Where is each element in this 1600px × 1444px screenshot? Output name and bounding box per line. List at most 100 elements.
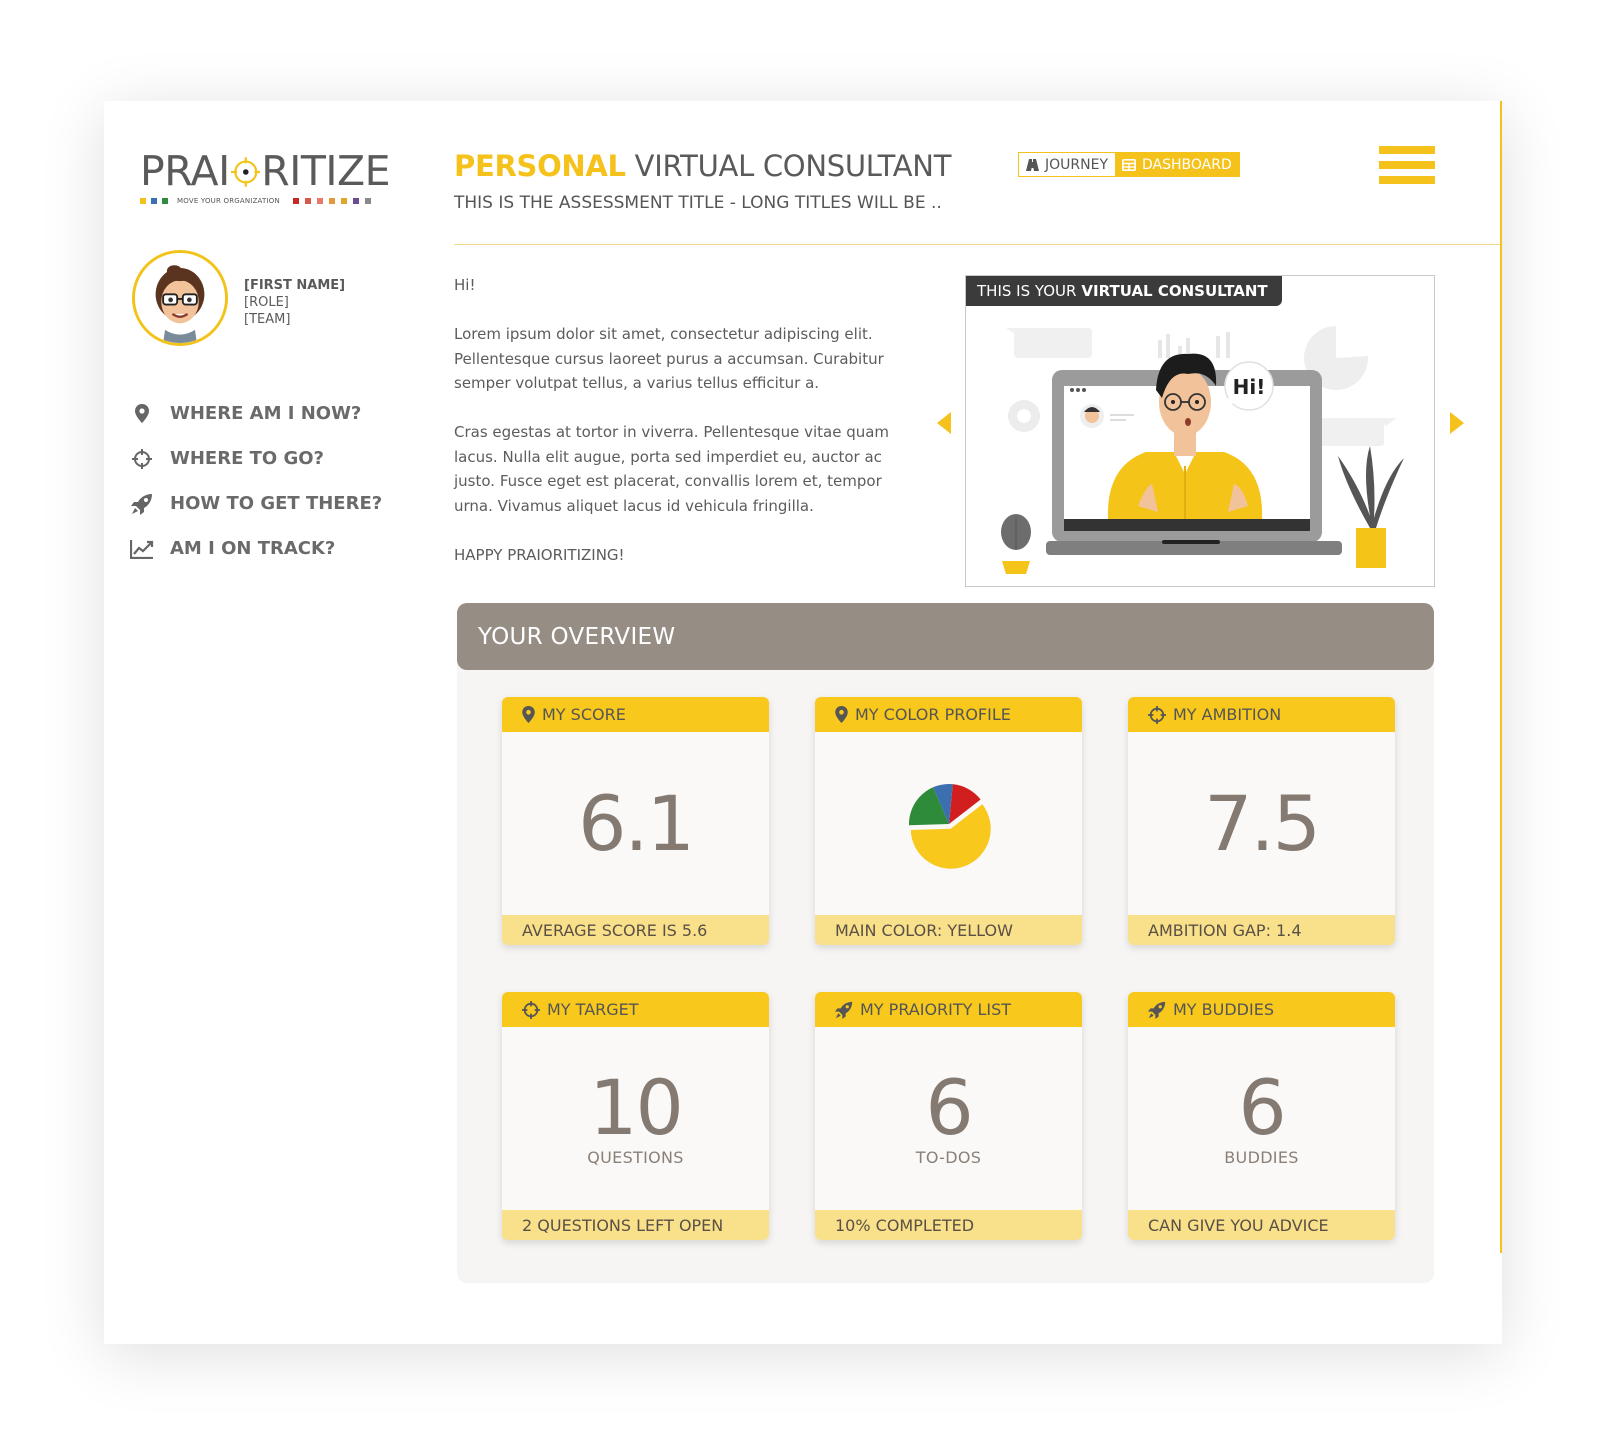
intro-text: Hi! Lorem ipsum dolor sit amet, consecte… <box>454 273 914 592</box>
tile-title: MY PRAIORITY LIST <box>860 1000 1012 1019</box>
nav-item-how-to-get-there[interactable]: HOW TO GET THERE? <box>130 481 382 526</box>
trend-chart-icon <box>130 537 154 561</box>
page-title-rest: VIRTUAL CONSULTANT <box>634 149 952 183</box>
tile-footer: 2 QUESTIONS LEFT OPEN <box>502 1210 769 1240</box>
rocket-icon <box>1148 1001 1166 1019</box>
logo-color-square <box>162 198 168 204</box>
carousel-prev-icon[interactable] <box>937 412 951 434</box>
tile-my-score[interactable]: MY SCORE 6.1 AVERAGE SCORE IS 5.6 <box>502 697 769 945</box>
nav-label: HOW TO GET THERE? <box>170 493 383 514</box>
view-toggle: JOURNEY DASHBOARD <box>1018 152 1240 177</box>
tile-my-buddies[interactable]: MY BUDDIES 6 BUDDIES CAN GIVE YOU ADVICE <box>1128 992 1395 1240</box>
tile-footer: CAN GIVE YOU ADVICE <box>1128 1210 1395 1240</box>
page-title-accent: PERSONAL <box>454 149 626 183</box>
tile-title: MY TARGET <box>547 1000 639 1019</box>
app-frame: PRAI RITIZE MOVE YOUR ORGANIZATION [FIRS… <box>104 101 1502 1344</box>
journey-tab[interactable]: JOURNEY <box>1019 153 1115 176</box>
tile-header: MY AMBITION <box>1128 697 1395 732</box>
table-grid-icon <box>1122 158 1136 171</box>
color-profile-pie-chart <box>908 783 991 869</box>
tile-my-praiority-list[interactable]: MY PRAIORITY LIST 6 TO-DOS 10% COMPLETED <box>815 992 1082 1240</box>
map-pin-icon <box>522 706 535 723</box>
nav-item-am-i-on-track[interactable]: AM I ON TRACK? <box>130 526 382 571</box>
tile-header: MY COLOR PROFILE <box>815 697 1082 732</box>
avatar[interactable] <box>132 250 228 346</box>
tile-body: 6 TO-DOS <box>815 1027 1082 1210</box>
map-pin-icon <box>835 706 848 723</box>
logo-color-square <box>140 198 146 204</box>
tile-body: 6.1 <box>502 732 769 915</box>
crosshair-icon <box>1148 705 1166 724</box>
consultant-label: THIS IS YOUR VIRTUAL CONSULTANT <box>966 276 1282 306</box>
road-icon <box>1026 158 1039 171</box>
logo-target-icon <box>230 156 261 187</box>
header-divider <box>454 244 1500 245</box>
tile-body: 10 QUESTIONS <box>502 1027 769 1210</box>
carousel-next-icon[interactable] <box>1450 412 1464 434</box>
profile-role: [ROLE] <box>244 295 289 310</box>
map-pin-icon <box>130 402 154 426</box>
profile-team: [TEAM] <box>244 312 291 327</box>
tile-title: MY SCORE <box>542 705 626 724</box>
tile-my-color-profile[interactable]: MY COLOR PROFILE MAIN COLOR: YELLOW <box>815 697 1082 945</box>
consultant-label-bold: VIRTUAL CONSULTANT <box>1081 282 1268 300</box>
logo-squares-left <box>140 198 168 204</box>
frame-accent-line <box>1500 101 1502 1253</box>
nav-label: AM I ON TRACK? <box>170 538 336 559</box>
intro-sign-off: HAPPY PRAIORITIZING! <box>454 545 625 564</box>
logo-wordmark: PRAI RITIZE <box>140 151 390 192</box>
logo-color-square <box>292 198 299 204</box>
tile-title: MY AMBITION <box>1173 705 1282 724</box>
logo-text-left: PRAI <box>140 147 230 195</box>
tile-header: MY SCORE <box>502 697 769 732</box>
consultant-illustration: Hi! <box>1001 325 1404 574</box>
tile-value: 7.5 <box>1204 778 1321 868</box>
tile-my-ambition[interactable]: MY AMBITION 7.5 AMBITION GAP: 1.4 <box>1128 697 1395 945</box>
logo-color-square <box>328 198 335 204</box>
tile-footer: AMBITION GAP: 1.4 <box>1128 915 1395 945</box>
nav-item-where-to-go[interactable]: WHERE TO GO? <box>130 436 382 481</box>
tile-header: MY TARGET <box>502 992 769 1027</box>
logo[interactable]: PRAI RITIZE MOVE YOUR ORGANIZATION <box>140 151 390 205</box>
tile-header: MY BUDDIES <box>1128 992 1395 1027</box>
journey-tab-label: JOURNEY <box>1045 156 1108 173</box>
tile-footer: MAIN COLOR: YELLOW <box>815 915 1082 945</box>
tile-header: MY PRAIORITY LIST <box>815 992 1082 1027</box>
logo-text-right: RITIZE <box>261 147 390 195</box>
overview-header: YOUR OVERVIEW <box>457 603 1434 670</box>
assessment-title: THIS IS THE ASSESSMENT TITLE - LONG TITL… <box>454 193 942 213</box>
logo-color-square <box>151 198 157 204</box>
consultant-label-prefix: THIS IS YOUR <box>977 282 1077 300</box>
logo-color-square <box>364 198 371 204</box>
tile-body: 7.5 <box>1128 732 1395 915</box>
tile-value: 6 <box>925 1063 973 1152</box>
tile-footer: 10% COMPLETED <box>815 1210 1082 1240</box>
tile-title: MY COLOR PROFILE <box>855 705 1011 724</box>
logo-color-square <box>352 198 359 204</box>
avatar-illustration <box>135 253 225 343</box>
rocket-icon <box>130 492 154 516</box>
sidebar-nav: WHERE AM I NOW? WHERE TO GO? HOW TO GET … <box>130 391 382 571</box>
tile-footer: AVERAGE SCORE IS 5.6 <box>502 915 769 945</box>
profile-first-name: [FIRST NAME] <box>244 278 346 293</box>
tile-unit: BUDDIES <box>1224 1148 1299 1167</box>
nav-label: WHERE TO GO? <box>170 448 325 469</box>
nav-label: WHERE AM I NOW? <box>170 403 362 424</box>
dashboard-tab[interactable]: DASHBOARD <box>1115 153 1239 176</box>
hamburger-menu-icon[interactable] <box>1379 146 1435 184</box>
tile-unit: QUESTIONS <box>587 1148 684 1167</box>
tile-body: 6 BUDDIES <box>1128 1027 1395 1210</box>
dashboard-tab-label: DASHBOARD <box>1142 156 1232 173</box>
speech-bubble-text: Hi! <box>1233 375 1266 399</box>
tile-title: MY BUDDIES <box>1173 1000 1274 1019</box>
tile-value: 6.1 <box>578 778 695 868</box>
tile-value: 10 <box>589 1063 684 1152</box>
crosshair-icon <box>130 447 154 471</box>
logo-tagline: MOVE YOUR ORGANIZATION <box>140 197 390 205</box>
tile-my-target[interactable]: MY TARGET 10 QUESTIONS 2 QUESTIONS LEFT … <box>502 992 769 1240</box>
nav-item-where-am-i-now[interactable]: WHERE AM I NOW? <box>130 391 382 436</box>
virtual-consultant-panel: Hi! THIS IS YOUR VIRTUAL CONSULTANT <box>965 275 1435 587</box>
crosshair-icon <box>522 1000 540 1019</box>
tile-value: 6 <box>1238 1063 1286 1152</box>
logo-color-square <box>304 198 311 204</box>
